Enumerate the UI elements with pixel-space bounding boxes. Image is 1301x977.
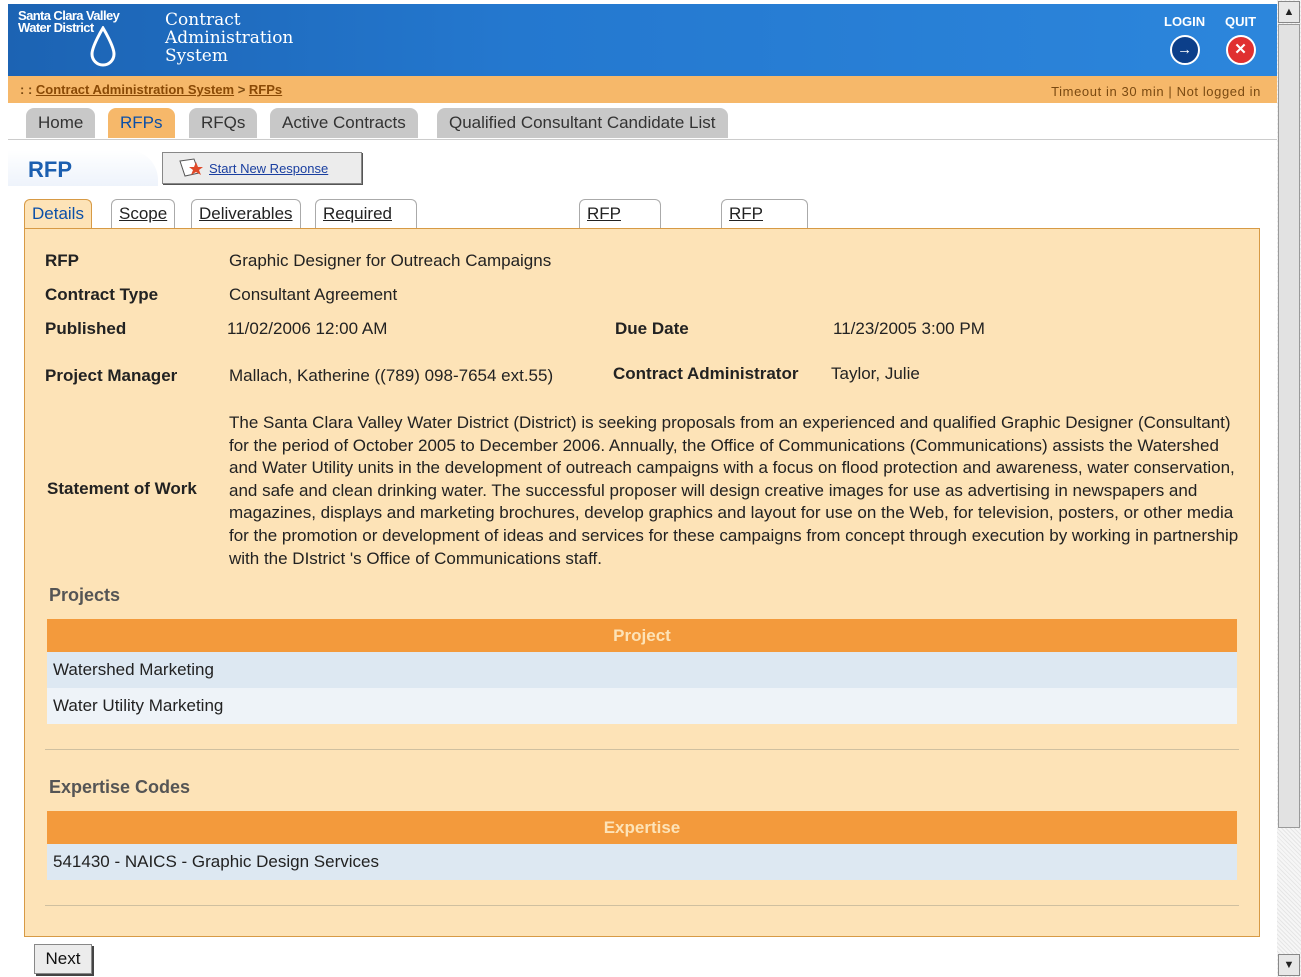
- breadcrumb: : : Contract Administration System > RFP…: [20, 82, 282, 97]
- tab-active-contracts[interactable]: Active Contracts: [270, 108, 418, 138]
- scroll-up-icon[interactable]: ▲: [1278, 1, 1300, 23]
- quit-label: QUIT: [1225, 14, 1257, 29]
- tab-qualified-consultant-candidate-list[interactable]: Qualified Consultant Candidate List: [437, 108, 728, 138]
- projects-table: Project Watershed Marketing Water Utilit…: [47, 619, 1237, 724]
- page-title: RFP: [8, 150, 158, 186]
- login-state-text: Not logged in: [1176, 84, 1261, 99]
- next-button[interactable]: Next: [34, 944, 92, 974]
- header-banner: Santa Clara Valley Water District Contra…: [8, 4, 1277, 76]
- statement-of-work-label: Statement of Work: [47, 479, 197, 498]
- main-nav: Home RFPs RFQs Active Contracts Qualifie…: [8, 103, 1277, 139]
- water-drop-icon: [90, 26, 116, 67]
- due-date-value: 11/23/2005 3:00 PM: [833, 319, 985, 338]
- expertise-table: Expertise 541430 - NAICS - Graphic Desig…: [47, 811, 1237, 880]
- projects-heading: Projects: [49, 585, 121, 605]
- breadcrumb-prefix: : :: [20, 82, 33, 97]
- rfp-value: Graphic Designer for Outreach Campaigns: [229, 251, 552, 270]
- section-divider: [45, 749, 1239, 750]
- tab-required-documents[interactable]: Required Documents for NTP: [315, 199, 417, 279]
- login-icon: →: [1169, 35, 1200, 65]
- contract-administrator-value: Taylor, Julie: [831, 364, 920, 383]
- breadcrumb-separator: >: [237, 82, 246, 97]
- tab-scope[interactable]: Scope: [111, 199, 176, 228]
- start-new-response-link[interactable]: Start New Response: [209, 161, 328, 176]
- login-label: LOGIN: [1164, 14, 1206, 29]
- tab-home[interactable]: Home: [26, 108, 96, 138]
- rfp-label: RFP: [45, 251, 79, 270]
- published-label: Published: [45, 319, 127, 338]
- details-panel: RFP Graphic Designer for Outreach Campai…: [24, 228, 1260, 937]
- scrollbar-thumb[interactable]: [1278, 24, 1300, 828]
- contract-administrator-label: Contract Administrator: [613, 364, 799, 383]
- page-header: RFP Start New Response: [8, 139, 1277, 186]
- quit-button[interactable]: QUIT ✕: [1225, 14, 1256, 65]
- breadcrumb-current-link[interactable]: RFPs: [249, 82, 282, 97]
- tab-rfp-package[interactable]: RFP Package: [579, 199, 662, 251]
- app-title: Contract Administration System: [165, 11, 315, 65]
- table-row: Water Utility Marketing: [47, 688, 1237, 724]
- expertise-codes-heading: Expertise Codes: [49, 777, 191, 797]
- tab-rfqs[interactable]: RFQs: [189, 108, 258, 138]
- contract-type-value: Consultant Agreement: [229, 285, 398, 304]
- section-divider: [45, 905, 1239, 906]
- project-manager-label: Project Manager: [45, 366, 178, 385]
- app-title-line-2: Administration: [165, 28, 294, 48]
- app-title-line-3: System: [165, 46, 228, 66]
- new-response-icon: [179, 158, 203, 177]
- scroll-down-icon[interactable]: ▼: [1278, 954, 1300, 976]
- tab-rfps[interactable]: RFPs: [108, 108, 175, 138]
- session-status: Timeout in 30 min | Not logged in: [1051, 84, 1261, 99]
- app-title-line-1: Contract: [165, 10, 241, 30]
- project-manager-value: Mallach, Katherine ((789) 098-7654 ext.5…: [229, 366, 554, 385]
- statement-of-work-text: The Santa Clara Valley Water District (D…: [229, 413, 1239, 568]
- login-button[interactable]: LOGIN →: [1164, 14, 1205, 65]
- expertise-column-header: Expertise: [47, 811, 1237, 844]
- due-date-label: Due Date: [615, 319, 689, 338]
- table-row: Watershed Marketing: [47, 652, 1237, 688]
- table-row: 541430 - NAICS - Graphic Design Services: [47, 844, 1237, 880]
- breadcrumb-root-link[interactable]: Contract Administration System: [36, 82, 234, 97]
- contract-type-label: Contract Type: [45, 285, 159, 304]
- tab-deliverables[interactable]: Deliverables: [191, 199, 301, 228]
- published-value: 11/02/2006 12:00 AM: [227, 319, 388, 338]
- status-separator: |: [1168, 84, 1173, 99]
- breadcrumb-bar: : : Contract Administration System > RFP…: [8, 76, 1277, 104]
- app-window: Santa Clara Valley Water District Contra…: [0, 0, 1277, 977]
- close-icon: ✕: [1225, 35, 1256, 65]
- start-new-response-button[interactable]: Start New Response: [162, 152, 362, 184]
- timeout-text: Timeout in 30 min: [1051, 84, 1165, 99]
- projects-column-header: Project: [47, 619, 1237, 652]
- vertical-scrollbar[interactable]: ▲ ▼: [1277, 0, 1301, 977]
- tab-details[interactable]: Details: [24, 199, 92, 230]
- tab-rfp-schedule[interactable]: RFP Schedule: [721, 199, 808, 251]
